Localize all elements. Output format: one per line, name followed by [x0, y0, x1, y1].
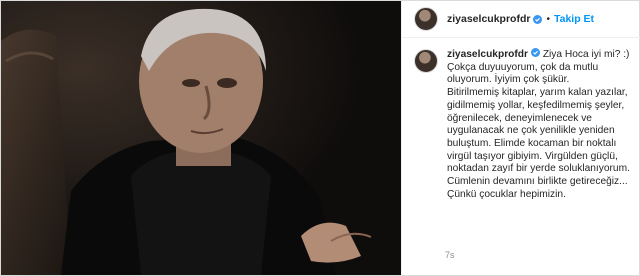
caption-username[interactable]: ziyaselcukprofdr	[447, 49, 528, 60]
follow-button[interactable]: Takip Et	[554, 13, 594, 25]
caption-text-block: ziyaselcukprofdr Ziya Hoca iyi mi? :) Ço…	[447, 48, 637, 201]
post-timestamp[interactable]: 7s	[445, 250, 455, 260]
caption-comment: ziyaselcukprofdr Ziya Hoca iyi mi? :) Ço…	[402, 38, 640, 201]
caption-text: Ziya Hoca iyi mi? :) Çokça duyuuyorum, ç…	[447, 49, 630, 200]
post-side-panel: ziyaselcukprofdr • Takip Et ziyaselcukpr…	[401, 1, 640, 275]
separator-dot: •	[546, 13, 550, 25]
verified-badge-icon	[530, 48, 540, 57]
portrait-image	[1, 1, 401, 275]
post-photo[interactable]	[1, 1, 401, 275]
username-link[interactable]: ziyaselcukprofdr	[447, 13, 530, 25]
post-header: ziyaselcukprofdr • Takip Et	[402, 1, 640, 38]
avatar[interactable]	[414, 7, 438, 31]
verified-badge-icon	[533, 14, 543, 24]
instagram-post: ziyaselcukprofdr • Takip Et ziyaselcukpr…	[0, 0, 640, 276]
caption-avatar[interactable]	[414, 49, 438, 73]
